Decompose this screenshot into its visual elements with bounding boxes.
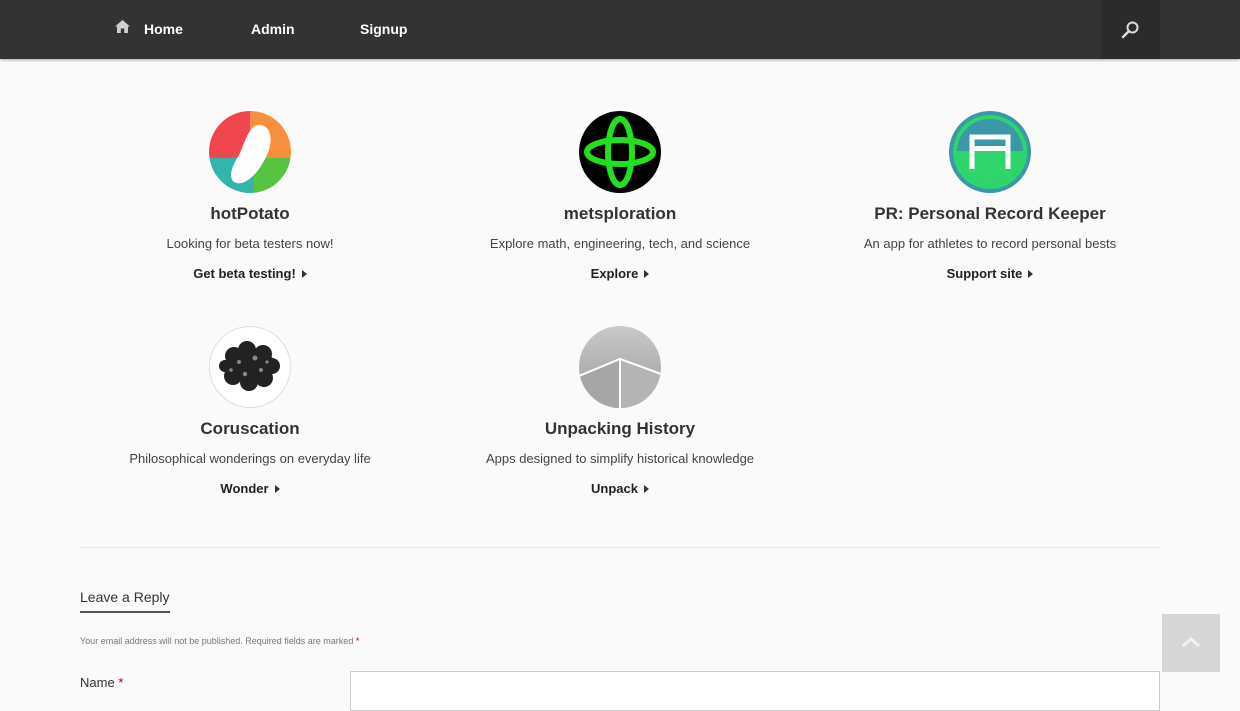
pr-logo bbox=[949, 111, 1031, 193]
app-link-label: Wonder bbox=[220, 481, 269, 496]
required-mark: * bbox=[118, 675, 124, 690]
hotpotato-logo bbox=[209, 111, 291, 193]
caret-right-icon bbox=[1028, 269, 1034, 278]
app-description: Explore math, engineering, tech, and sci… bbox=[489, 236, 751, 251]
app-link-get-beta-testing[interactable]: Get beta testing! bbox=[193, 266, 307, 281]
search-button[interactable] bbox=[1101, 0, 1160, 59]
app-title: hotPotato bbox=[210, 204, 290, 223]
name-label-text: Name bbox=[80, 675, 115, 690]
metsploration-logo bbox=[579, 111, 661, 193]
app-link-unpack[interactable]: Unpack bbox=[591, 481, 649, 496]
section-divider bbox=[80, 547, 1160, 548]
app-link-label: Explore bbox=[590, 266, 639, 281]
top-navbar: Home Admin Signup bbox=[0, 0, 1240, 59]
app-card-hotpotato: hotPotato Looking for beta testers now! … bbox=[70, 111, 430, 283]
caret-right-icon bbox=[274, 484, 280, 493]
app-description: Apps designed to simplify historical kno… bbox=[485, 451, 755, 466]
app-link-support-site[interactable]: Support site bbox=[947, 266, 1034, 281]
app-description: Philosophical wonderings on everyday lif… bbox=[129, 451, 371, 466]
app-card-pr: PR: Personal Record Keeper An app for at… bbox=[810, 111, 1170, 283]
app-link-wonder[interactable]: Wonder bbox=[220, 481, 280, 496]
comment-notes: Your email address will not be published… bbox=[80, 636, 359, 646]
app-title: PR: Personal Record Keeper bbox=[874, 204, 1106, 223]
required-mark: * bbox=[355, 636, 360, 646]
app-link-label: Support site bbox=[946, 266, 1023, 281]
app-description: Looking for beta testers now! bbox=[166, 236, 334, 251]
nav-signup-link[interactable]: Signup bbox=[360, 0, 407, 59]
app-link-explore[interactable]: Explore bbox=[591, 266, 650, 281]
comment-notes-text: Your email address will not be published… bbox=[80, 636, 354, 646]
reply-heading: Leave a Reply bbox=[80, 589, 170, 613]
app-link-label: Unpack bbox=[591, 481, 638, 496]
caret-right-icon bbox=[301, 269, 307, 278]
nav-home-label: Home bbox=[144, 21, 183, 37]
caret-right-icon bbox=[644, 269, 650, 278]
name-field-label: Name * bbox=[80, 675, 123, 690]
app-title: metsploration bbox=[563, 204, 677, 223]
app-title: Coruscation bbox=[200, 419, 300, 438]
nav-home-link[interactable]: Home bbox=[115, 0, 183, 59]
caret-right-icon bbox=[643, 484, 649, 493]
home-icon bbox=[115, 0, 130, 58]
unpacking-history-logo bbox=[579, 326, 661, 408]
app-description: An app for athletes to record personal b… bbox=[863, 236, 1117, 251]
app-title: Unpacking History bbox=[544, 419, 696, 438]
back-to-top-button[interactable] bbox=[1162, 614, 1220, 672]
name-input[interactable] bbox=[350, 671, 1160, 711]
coruscation-logo bbox=[209, 326, 291, 408]
app-card-metsploration: metsploration Explore math, engineering,… bbox=[440, 111, 800, 283]
app-card-unpacking-history: Unpacking History Apps designed to simpl… bbox=[440, 326, 800, 498]
nav-admin-link[interactable]: Admin bbox=[251, 0, 295, 59]
app-link-label: Get beta testing! bbox=[193, 266, 296, 281]
app-card-coruscation: Coruscation Philosophical wonderings on … bbox=[70, 326, 430, 498]
